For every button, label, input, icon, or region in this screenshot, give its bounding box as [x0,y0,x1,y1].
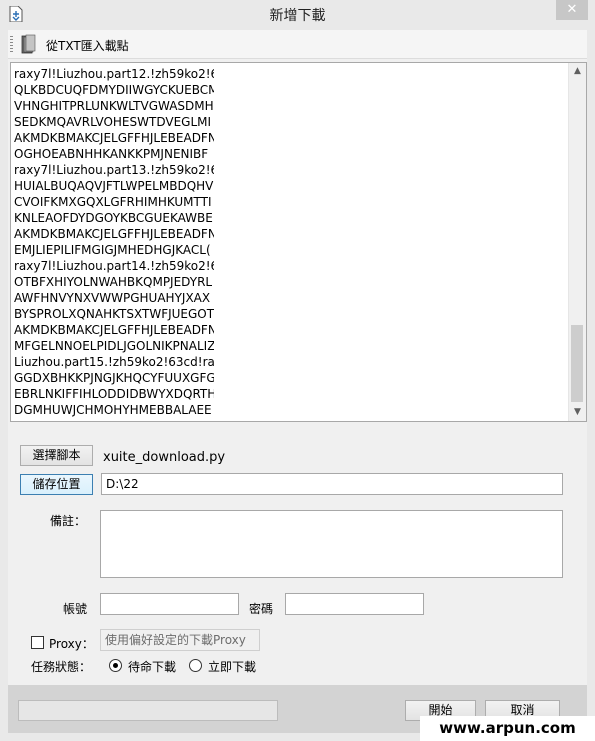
title-bar: 新增下載 ✕ [0,0,595,29]
radio-selected-dot [113,663,118,668]
links-textarea[interactable]: raxy7l!Liuzhou.part12.!zh59ko2!63 QLKBDCU… [10,62,587,422]
close-button[interactable]: ✕ [556,0,588,20]
toolbar-grip-icon[interactable] [10,36,13,52]
status-standby-label[interactable]: 待命下載 [128,658,176,675]
save-location-button[interactable]: 儲存位置 [20,474,93,495]
scroll-thumb[interactable] [571,325,583,402]
link-line: raxy7l!Liuzhou.part13.!zh59ko2!63 [14,163,214,177]
save-location-field[interactable]: D:\22 [101,473,563,495]
link-line: KNLEAOFDYDGOYKBCGUEKAWBEI [14,211,214,225]
note-field[interactable] [100,510,563,578]
scroll-down-icon[interactable]: ▼ [569,404,586,421]
link-line: AWFHNVYNXVWWPGHUAHYJXAX [14,291,211,305]
link-line: OTBFXHIYOLNWAHBKQMPJEDYRL [14,275,213,289]
status-standby-radio[interactable] [109,659,122,672]
task-status-label: 任務狀態： [31,660,92,674]
proxy-field[interactable]: 使用偏好設定的下載Proxy [100,629,260,651]
link-line: AKMDKBMAKCJELGFFHJLEBEADFN [14,131,214,145]
link-line: GGDXBHKKPJNGJKHQCYFUUXGFG [14,371,214,385]
link-line: MFGELNNOELPIDLJGOLNIKPNALIZ [14,339,214,353]
link-line: AKMDKBMAKCJELGFFHJLEBEADFN [14,323,214,337]
link-line: HUIALBUQAQVJFTLWPELMBDQHV [14,179,214,193]
proxy-label: Proxy： [49,637,94,651]
download-progress [18,700,278,721]
watermark: www.arpun.com [420,716,595,741]
link-line: BYSPROLXQNAHKTSXTWFJUEGOT [14,307,214,321]
link-line: OGHOEABNHHKANKKPMJNENIBF [14,147,209,161]
link-line: raxy7l!Liuzhou.part14.!zh59ko2!63 [14,259,214,273]
link-line: VHNGHITPRLUNKWLTVGWASDMH [14,99,214,113]
proxy-checkbox[interactable] [31,636,44,649]
book-icon [21,34,36,54]
password-field[interactable] [285,593,424,615]
account-label: 帳號 [63,602,88,616]
status-immediate-radio[interactable] [189,659,202,672]
link-line: SEDKMQAVRLVOHESWTDVEGLMI [14,115,212,129]
password-label: 密碼 [249,602,274,616]
link-line: EBRLNKIFFIHLODDIDBWYXDQRTH [14,387,214,401]
dialog-body: 從TXT匯入載點 raxy7l!Liuzhou.part12.!zh59ko2!… [8,30,587,733]
link-line: AKMDKBMAKCJELGFFHJLEBEADFN [14,227,214,241]
account-field[interactable] [100,593,239,615]
import-txt-label: 從TXT匯入載點 [46,39,129,53]
status-immediate-label[interactable]: 立即下載 [208,658,256,675]
links-text: raxy7l!Liuzhou.part12.!zh59ko2!63 QLKBDCU… [14,66,214,418]
vertical-scrollbar[interactable]: ▲ ▼ [568,63,586,421]
link-line: QLKBDCUQFDMYDIIWGYCKUEBCM [14,83,214,97]
note-label: 備註： [50,514,87,528]
link-line: raxy7l!Liuzhou.part12.!zh59ko2!63 [14,67,214,81]
toolbar: 從TXT匯入載點 [8,30,587,59]
window-title: 新增下載 [269,8,326,24]
scroll-up-icon[interactable]: ▲ [569,63,586,80]
select-script-button[interactable]: 選擇腳本 [20,445,93,466]
link-line: EMJLIEPILIFMGIGJMHEDHGJKACL( [14,243,211,257]
script-name: xuite_download.py [103,450,226,465]
link-line: CVOIFKMXGQXLGFRHIMHKUMTTI [14,195,212,209]
link-line: Liuzhou.part15.!zh59ko2!63cd!rar! [14,355,214,369]
link-line: DGMHUWJCHMOHYHMEBBALAEE [14,403,212,417]
